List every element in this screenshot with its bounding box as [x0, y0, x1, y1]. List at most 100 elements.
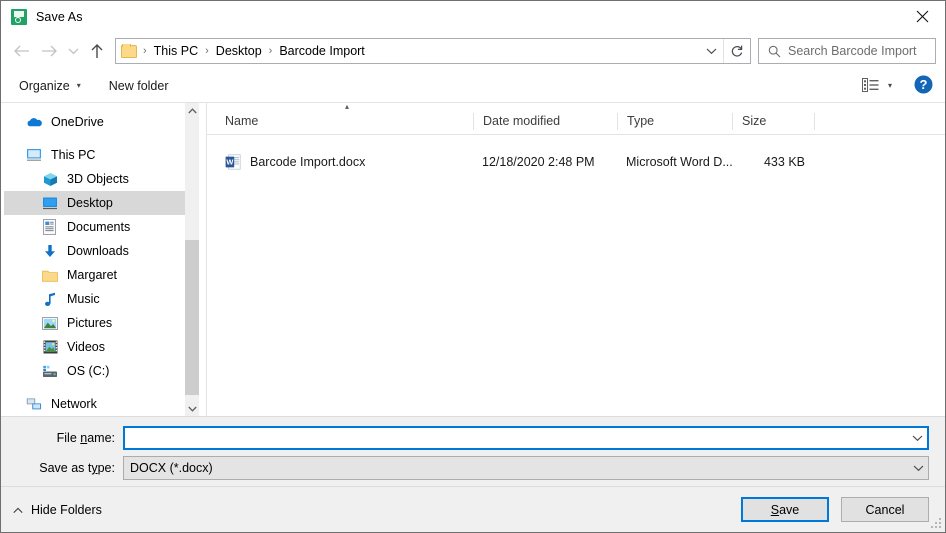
breadcrumb-separator-2: ›: [268, 45, 273, 57]
column-header-date-modified[interactable]: Date modified: [473, 113, 617, 130]
file-date-cell: 12/18/2020 2:48 PM: [482, 155, 595, 169]
videos-filmstrip-icon: [42, 339, 58, 355]
file-type-cell: Microsoft Word D...: [626, 155, 732, 169]
window-title: Save As: [36, 9, 83, 24]
sidebar-item-network[interactable]: Network: [4, 392, 187, 416]
sidebar-item-label: OS (C:): [67, 364, 110, 378]
sidebar-item-documents[interactable]: Documents: [4, 215, 187, 239]
column-header-type[interactable]: Type: [617, 113, 732, 130]
scroll-down-icon[interactable]: [185, 401, 199, 416]
pictures-icon: [42, 315, 58, 331]
breadcrumb-item-this-pc[interactable]: This PC: [153, 44, 199, 58]
save-as-type-select[interactable]: DOCX (*.docx): [123, 456, 929, 480]
folder-icon: [121, 44, 137, 58]
network-icon: [26, 396, 42, 412]
address-bar[interactable]: › This PC › Desktop › Barcode Import: [115, 38, 751, 64]
chevron-up-icon: [13, 503, 23, 517]
sidebar-item-onedrive[interactable]: OneDrive: [4, 110, 187, 134]
sidebar-item-margaret[interactable]: Margaret: [4, 263, 187, 287]
navigation-pane: OneDrive This PC 3D Objects Desktop Docu…: [1, 103, 207, 416]
file-name-row: File name:: [17, 426, 929, 450]
search-box[interactable]: Search Barcode Import: [758, 38, 936, 64]
table-row[interactable]: W Barcode Import.docx 12/18/2020 2:48 PM…: [207, 148, 945, 176]
sidebar-item-os-c[interactable]: OS (C:): [4, 359, 187, 383]
sidebar-item-label: Documents: [67, 220, 131, 234]
chevron-down-icon[interactable]: [699, 39, 723, 63]
sidebar-item-label: Videos: [67, 340, 105, 354]
sidebar-item-label: Desktop: [67, 196, 113, 210]
new-folder-label: New folder: [108, 79, 169, 93]
onedrive-cloud-icon: [26, 114, 42, 130]
file-size-cell: 433 KB: [763, 155, 805, 169]
command-bar: Organize ▾ New folder ▾ ?: [1, 70, 945, 103]
documents-icon: [42, 219, 58, 235]
up-arrow-icon[interactable]: [83, 37, 111, 65]
view-options-button[interactable]: ▾: [857, 75, 897, 98]
sort-indicator: ▴: [207, 103, 945, 111]
view-layout-icon: [861, 77, 879, 95]
help-icon: ?: [914, 75, 933, 97]
close-icon[interactable]: [899, 1, 945, 32]
recent-locations-chevron-icon[interactable]: [63, 37, 83, 65]
file-list-pane: ▴ Name Date modified Type Size W Barcode…: [207, 103, 945, 416]
search-input[interactable]: Search Barcode Import: [788, 44, 917, 58]
dialog-footer: Hide Folders Save Cancel: [1, 486, 945, 532]
breadcrumb-item-desktop[interactable]: Desktop: [215, 44, 263, 58]
help-button[interactable]: ?: [914, 75, 933, 97]
hide-folders-button[interactable]: Hide Folders: [13, 503, 102, 517]
sidebar-scrollbar[interactable]: [185, 103, 199, 416]
column-header-name[interactable]: Name: [207, 113, 473, 130]
breadcrumb[interactable]: › This PC › Desktop › Barcode Import: [116, 44, 699, 58]
folder-icon: [42, 267, 58, 283]
hard-drive-icon: [42, 363, 58, 379]
resize-grip[interactable]: [931, 518, 942, 529]
forward-arrow-icon[interactable]: [35, 37, 63, 65]
save-as-dialog: Save As › This PC › Desktop › Barcode Im…: [0, 0, 946, 533]
save-form: File name: Save as type: DOCX (*.docx): [1, 416, 945, 486]
sidebar-item-downloads[interactable]: Downloads: [4, 239, 187, 263]
refresh-icon[interactable]: [724, 39, 750, 63]
sidebar-item-label: Pictures: [67, 316, 113, 330]
svg-text:W: W: [226, 158, 233, 167]
chevron-down-icon: ▾: [76, 81, 81, 90]
sidebar-item-pictures[interactable]: Pictures: [4, 311, 187, 335]
dialog-body: OneDrive This PC 3D Objects Desktop Docu…: [1, 103, 945, 416]
sidebar-item-label: Margaret: [67, 268, 118, 282]
file-name-label: File name:: [56, 431, 115, 445]
music-note-icon: [42, 291, 58, 307]
scroll-up-icon[interactable]: [185, 103, 199, 118]
save-button[interactable]: Save: [741, 497, 829, 522]
this-pc-monitor-icon: [26, 147, 42, 163]
breadcrumb-separator-0: ›: [143, 45, 147, 57]
sidebar-item-label: Network: [51, 397, 97, 411]
organize-button[interactable]: Organize ▾: [13, 76, 87, 96]
desktop-monitor-icon: [42, 195, 58, 211]
file-name-label: Barcode Import.docx: [250, 155, 366, 169]
back-arrow-icon[interactable]: [7, 37, 35, 65]
sidebar-item-this-pc[interactable]: This PC: [4, 143, 187, 167]
word-document-icon: W: [225, 154, 241, 170]
navigation-bar: › This PC › Desktop › Barcode Import Sea…: [1, 32, 945, 70]
sidebar-item-desktop[interactable]: Desktop: [4, 191, 187, 215]
file-name-cell[interactable]: W Barcode Import.docx: [207, 154, 473, 170]
breadcrumb-item-barcode-import[interactable]: Barcode Import: [278, 44, 365, 58]
chevron-down-icon: ▾: [887, 81, 892, 90]
sidebar-item-3d-objects[interactable]: 3D Objects: [4, 167, 187, 191]
sidebar-item-label: 3D Objects: [67, 172, 129, 186]
file-name-input[interactable]: [123, 426, 929, 450]
chevron-down-icon[interactable]: [907, 434, 927, 442]
breadcrumb-separator-1: ›: [205, 45, 209, 57]
sidebar-item-label: Downloads: [67, 244, 129, 258]
column-header-spacer: [814, 113, 945, 130]
chevron-down-icon[interactable]: [908, 464, 928, 472]
scrollbar-thumb[interactable]: [185, 240, 199, 395]
cancel-button[interactable]: Cancel: [841, 497, 929, 522]
3d-objects-cube-icon: [42, 171, 58, 187]
column-header-size[interactable]: Size: [732, 113, 814, 130]
sidebar-item-music[interactable]: Music: [4, 287, 187, 311]
new-folder-button[interactable]: New folder: [103, 76, 175, 96]
sidebar-item-videos[interactable]: Videos: [4, 335, 187, 359]
svg-text:?: ?: [920, 77, 928, 92]
